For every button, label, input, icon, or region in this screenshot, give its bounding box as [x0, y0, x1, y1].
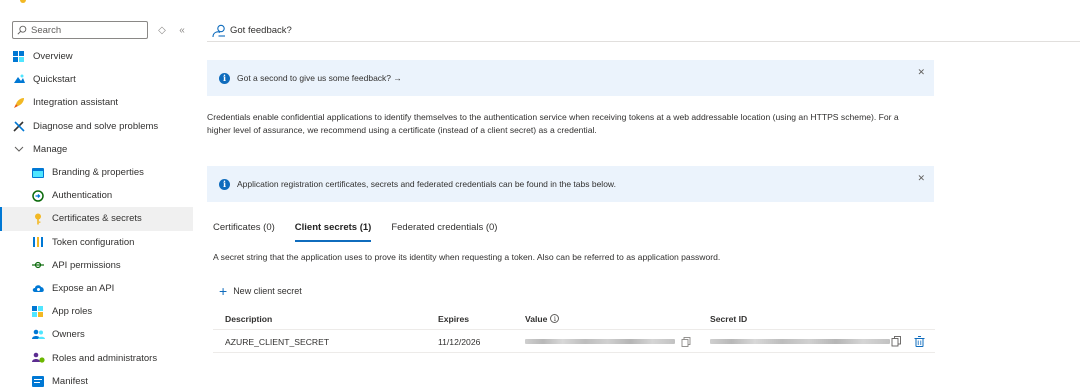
credential-tabs: Certificates (0) Client secrets (1) Fede…: [213, 222, 517, 242]
secret-id: [710, 330, 890, 353]
info-banner: i Application registration certificates,…: [207, 166, 934, 202]
copy-icon[interactable]: [681, 336, 691, 347]
search-input[interactable]: [31, 24, 141, 36]
tab-description: A secret string that the application use…: [213, 252, 721, 262]
info-icon: i: [219, 178, 230, 190]
info-icon[interactable]: i: [550, 314, 560, 323]
table-row: AZURE_CLIENT_SECRET 11/12/2026: [213, 330, 935, 353]
sidebar-item-label: Integration assistant: [33, 97, 119, 109]
sidebar-item-label: Authentication: [52, 190, 113, 202]
copy-icon[interactable]: [891, 336, 902, 347]
sidebar-item-label: Token configuration: [52, 236, 135, 248]
close-icon[interactable]: ✕: [917, 67, 925, 78]
column-header-value-label: Value: [525, 313, 548, 324]
sidebar-item-branding[interactable]: Branding & properties: [0, 161, 193, 184]
feedback-button[interactable]: Got feedback?: [230, 25, 292, 36]
info-icon: i: [219, 72, 230, 84]
sidebar-item-label: Roles and administrators: [52, 352, 158, 364]
secret-description: AZURE_CLIENT_SECRET: [225, 336, 330, 347]
api-permissions-icon: [31, 258, 45, 272]
app-roles-icon: [31, 305, 45, 319]
sidebar-item-overview[interactable]: Overview: [0, 45, 193, 68]
key-icon: [31, 212, 45, 226]
sidebar-item-label: Manifest: [52, 375, 88, 387]
authentication-icon: [31, 189, 45, 203]
sidebar-item-owners[interactable]: Owners: [0, 323, 193, 346]
column-header-value: Value i: [525, 307, 560, 330]
sidebar: ◇ « Overview Quickstart Integration assi…: [0, 0, 193, 391]
column-header-expires: Expires: [438, 313, 470, 324]
sidebar-item-manifest[interactable]: Manifest: [0, 370, 193, 391]
sidebar-item-integration-assistant[interactable]: Integration assistant: [0, 91, 193, 114]
token-icon: [31, 235, 45, 249]
feedback-banner: i Got a second to give us some feedback?…: [207, 60, 934, 96]
sidebar-item-label: Quickstart: [33, 74, 76, 86]
wrench-icon: [12, 119, 26, 133]
close-icon[interactable]: ✕: [917, 173, 925, 184]
new-client-secret-label: New client secret: [233, 286, 302, 296]
filter-icon[interactable]: ◇: [155, 23, 169, 37]
quickstart-icon: [12, 73, 26, 87]
sidebar-item-quickstart[interactable]: Quickstart: [0, 68, 193, 91]
client-secrets-table: Description Expires Value i Secret ID AZ…: [213, 307, 935, 353]
manifest-icon: [31, 374, 45, 388]
search-icon: [17, 25, 27, 35]
sidebar-item-authentication[interactable]: Authentication: [0, 184, 193, 207]
redacted-secret-value: [525, 339, 675, 344]
main-content: Got feedback? i Got a second to give us …: [207, 0, 1080, 391]
info-banner-text: Application registration certificates, s…: [237, 179, 616, 189]
feedback-icon[interactable]: [212, 24, 226, 38]
sidebar-item-label: Manage: [33, 143, 68, 155]
new-client-secret-button[interactable]: + New client secret: [219, 283, 302, 299]
credentials-description: Credentials enable confidential applicat…: [207, 112, 899, 135]
sidebar-search-row: ◇ «: [12, 21, 193, 39]
plus-icon: +: [219, 283, 228, 299]
roles-icon: [31, 351, 45, 365]
sidebar-item-label: Branding & properties: [52, 167, 144, 179]
sidebar-item-token-configuration[interactable]: Token configuration: [0, 231, 193, 254]
feedback-banner-link[interactable]: Got a second to give us some feedback? →: [237, 73, 402, 83]
owners-icon: [31, 328, 45, 342]
branding-icon: [31, 166, 45, 180]
tab-certificates[interactable]: Certificates (0): [213, 222, 275, 240]
sidebar-item-label: Diagnose and solve problems: [33, 120, 159, 132]
sidebar-item-label: Owners: [52, 329, 85, 341]
delete-icon[interactable]: [914, 336, 925, 347]
collapse-sidebar-icon[interactable]: «: [175, 23, 189, 37]
sidebar-item-certificates-secrets[interactable]: Certificates & secrets: [0, 207, 193, 231]
secret-expires: 11/12/2026: [438, 336, 481, 347]
tab-client-secrets[interactable]: Client secrets (1): [294, 222, 371, 242]
row-actions: [891, 336, 925, 347]
sidebar-item-label: App roles: [52, 306, 93, 318]
sidebar-item-roles-administrators[interactable]: Roles and administrators: [0, 346, 193, 369]
sidebar-item-label: Expose an API: [52, 282, 115, 294]
sidebar-item-api-permissions[interactable]: API permissions: [0, 254, 193, 277]
rocket-icon: [12, 96, 26, 110]
tab-federated-credentials[interactable]: Federated credentials (0): [391, 222, 497, 240]
sidebar-group-manage[interactable]: Manage: [0, 138, 193, 161]
secret-value: [525, 330, 691, 353]
table-header: Description Expires Value i Secret ID: [213, 307, 935, 330]
chevron-down-icon: [12, 142, 26, 156]
sidebar-item-label: Certificates & secrets: [52, 213, 142, 225]
column-header-description: Description: [225, 313, 273, 324]
sidebar-nav: Overview Quickstart Integration assistan…: [0, 45, 193, 391]
app-icon: [20, 0, 26, 3]
redacted-secret-id: [710, 339, 890, 344]
sidebar-item-label: API permissions: [52, 259, 121, 271]
sidebar-item-label: Overview: [33, 51, 73, 63]
command-bar: Got feedback?: [207, 20, 1080, 42]
sidebar-item-app-roles[interactable]: App roles: [0, 300, 193, 323]
sidebar-item-expose-an-api[interactable]: Expose an API: [0, 277, 193, 300]
overview-icon: [12, 50, 26, 64]
sidebar-item-diagnose[interactable]: Diagnose and solve problems: [0, 115, 193, 138]
column-header-secret-id: Secret ID: [710, 313, 748, 324]
search-box[interactable]: [12, 21, 148, 39]
cloud-icon: [31, 281, 45, 295]
